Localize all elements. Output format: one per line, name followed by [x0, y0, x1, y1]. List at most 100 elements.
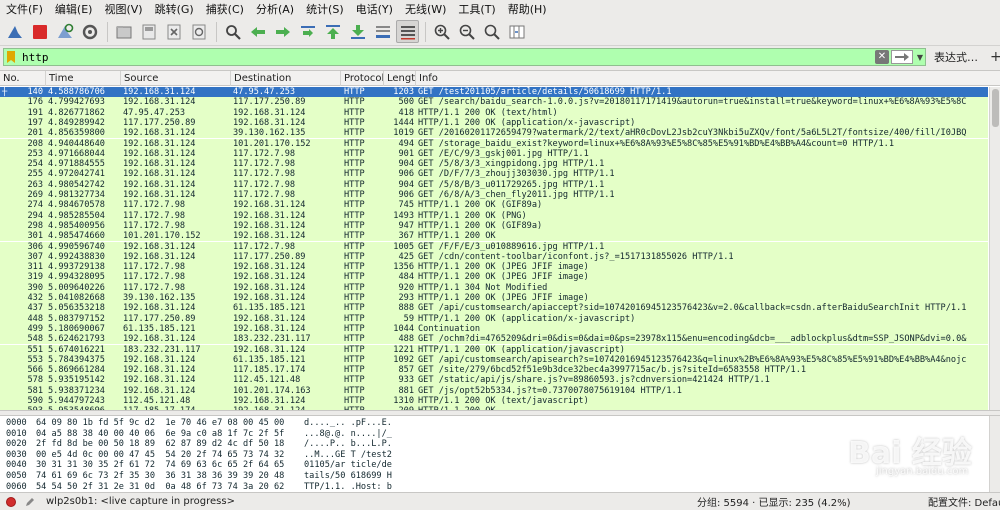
hex-off[interactable]: 0000	[6, 418, 27, 429]
scrollbar-thumb[interactable]	[992, 89, 999, 127]
packet-row[interactable]: 298 4.985400956 117.172.7.98 192.168.31.124…	[0, 220, 988, 232]
packet-row[interactable]: 201 4.856359800 192.168.31.124 39.130.162.1…	[0, 128, 988, 139]
packet-row[interactable]: 432 5.041082668 39.130.162.135 192.168.31.1…	[0, 293, 988, 304]
hex-off[interactable]: 0030	[6, 450, 27, 461]
menu-item-4[interactable]: 捕获(C)	[206, 1, 244, 17]
column-header-source[interactable]: Source	[121, 71, 231, 86]
status-profile[interactable]: 配置文件: Default	[928, 494, 1000, 509]
autoscroll-button[interactable]	[371, 20, 394, 43]
go-back-button[interactable]	[246, 20, 269, 43]
menu-item-7[interactable]: 电话(Y)	[356, 1, 393, 17]
menu-item-8[interactable]: 无线(W)	[405, 1, 446, 17]
packet-row[interactable]: 448 5.083797152 117.177.250.89 192.168.31.1…	[0, 313, 988, 324]
packet-row[interactable]: 301 4.985474660 101.201.170.152 192.168.31.…	[0, 231, 988, 242]
go-last-button[interactable]	[346, 20, 369, 43]
menu-item-2[interactable]: 视图(V)	[104, 1, 142, 17]
packet-row[interactable]: 553 5.784394375 192.168.31.124 61.135.185.1…	[0, 354, 988, 366]
packet-row[interactable]: 548 5.624621793 192.168.31.124 183.232.231.…	[0, 334, 988, 345]
hex-bytes[interactable]: 2f fd 8d be 00 50 18 89 62 87 89 d2 4c d…	[36, 439, 284, 450]
column-header-length[interactable]: Length	[384, 71, 416, 86]
go-forward-button[interactable]	[271, 20, 294, 43]
menu-item-3[interactable]: 跳转(G)	[155, 1, 194, 17]
packet-row[interactable]: 390 5.009640226 117.172.7.98 192.168.31.124…	[0, 282, 988, 293]
packet-row[interactable]: 255 4.972042741 192.168.31.124 117.172.7.98…	[0, 169, 988, 180]
start-capture-button[interactable]	[3, 20, 26, 43]
packet-row[interactable]: 551 5.674016221 183.232.231.117 192.168.31.…	[0, 344, 988, 355]
display-filter-input[interactable]	[18, 49, 875, 65]
save-file-button[interactable]	[137, 20, 160, 43]
packet-row[interactable]: 263 4.980542742 192.168.31.124 117.172.7.98…	[0, 179, 988, 190]
hex-bytes[interactable]: 64 09 80 1b fd 5f 9c d2 1e 70 46 e7 08 0…	[36, 418, 284, 429]
packet-row[interactable]: 294 4.985285504 117.172.7.98 192.168.31.124…	[0, 210, 988, 221]
add-filter-button[interactable]: +	[990, 50, 1000, 64]
hex-off[interactable]: 0060	[6, 482, 27, 492]
packet-row[interactable]: 590 5.944797243 112.45.121.48 192.168.31.12…	[0, 396, 988, 407]
hex-bytes[interactable]: 04 a5 88 38 40 00 40 06 6e 9a c0 a8 1f 7…	[36, 429, 284, 440]
menu-item-1[interactable]: 编辑(E)	[55, 1, 93, 17]
hex-ascii[interactable]: /....P.. b...L.P.	[304, 439, 392, 450]
packet-row[interactable]: 306 4.990596740 192.168.31.124 117.172.7.98…	[0, 241, 988, 252]
hex-ascii[interactable]: ...8@.@. n....|/_	[304, 429, 392, 440]
packet-row[interactable]: 140 4.588786706 192.168.31.124 47.95.47.253…	[0, 87, 988, 98]
column-header-protocol[interactable]: Protocol	[341, 71, 384, 86]
open-file-button[interactable]	[112, 20, 135, 43]
clear-filter-button[interactable]: ✕	[875, 50, 889, 64]
hex-ascii[interactable]: TTP/1.1. .Host: b	[304, 482, 392, 492]
capture-comment-button[interactable]	[24, 496, 36, 508]
menu-item-0[interactable]: 文件(F)	[6, 1, 43, 17]
packet-row[interactable]: 191 4.826771862 47.95.47.253 192.168.31.124…	[0, 107, 988, 118]
packet-row[interactable]: 197 4.849289942 117.177.250.89 192.168.31.1…	[0, 117, 988, 129]
packet-row[interactable]: 566 5.869661284 192.168.31.124 117.185.17.1…	[0, 365, 988, 376]
column-header-no[interactable]: No.	[0, 71, 46, 86]
hex-off[interactable]: 0010	[6, 429, 27, 440]
close-file-button[interactable]	[162, 20, 185, 43]
packet-row[interactable]: 274 4.984670578 117.172.7.98 192.168.31.124…	[0, 200, 988, 211]
hex-ascii[interactable]: tails/50 618699 H	[304, 471, 392, 482]
stop-capture-button[interactable]	[28, 20, 51, 43]
colorize-button[interactable]	[396, 20, 419, 43]
packet-row[interactable]: 307 4.992438830 192.168.31.124 117.177.250.…	[0, 251, 988, 263]
hex-bytes[interactable]: 74 61 69 6c 73 2f 35 30 36 31 38 36 39 3…	[36, 471, 284, 482]
capture-status-icon[interactable]	[6, 496, 16, 507]
apply-filter-button[interactable]	[891, 50, 913, 64]
restart-capture-button[interactable]	[53, 20, 76, 43]
capture-options-button[interactable]	[78, 20, 101, 43]
menu-item-9[interactable]: 工具(T)	[458, 1, 495, 17]
reload-button[interactable]	[187, 20, 210, 43]
hex-off[interactable]: 0020	[6, 439, 27, 450]
packet-row[interactable]: 581 5.938371234 192.168.31.124 101.201.174.…	[0, 385, 988, 396]
packet-row[interactable]: 311 4.993729138 117.172.7.98 192.168.31.124…	[0, 262, 988, 273]
go-to-packet-button[interactable]	[296, 20, 319, 43]
packet-row[interactable]: 208 4.940448640 192.168.31.124 101.201.170.…	[0, 138, 988, 149]
packet-list-scrollbar[interactable]	[989, 87, 1000, 410]
hex-bytes[interactable]: 54 54 50 2f 31 2e 31 0d 0a 48 6f 73 74 3…	[36, 482, 284, 492]
expression-button[interactable]: 表达式…	[934, 49, 978, 65]
filter-bookmark-button[interactable]	[4, 49, 18, 65]
packet-row[interactable]: 578 5.935195142 192.168.31.124 112.45.121.4…	[0, 375, 988, 386]
go-first-button[interactable]	[321, 20, 344, 43]
hex-off[interactable]: 0050	[6, 471, 27, 482]
filter-history-dropdown[interactable]: ▼	[915, 50, 925, 64]
packet-bytes-scrollbar[interactable]	[989, 416, 1000, 492]
zoom-out-button[interactable]	[455, 20, 478, 43]
find-packet-button[interactable]	[221, 20, 244, 43]
packet-row[interactable]: 437 5.056353218 192.168.31.124 61.135.185.1…	[0, 303, 988, 314]
packet-row[interactable]: 176 4.799427693 192.168.31.124 117.177.250.…	[0, 97, 988, 108]
normal-size-button[interactable]	[480, 20, 503, 43]
resize-columns-button[interactable]	[505, 20, 528, 43]
hex-ascii[interactable]: d...._.. .pF...E.	[304, 418, 392, 429]
hex-off[interactable]: 0040	[6, 460, 27, 471]
packet-row[interactable]: 269 4.981327734 192.168.31.124 117.172.7.98…	[0, 190, 988, 201]
packet-row[interactable]: 319 4.994328095 117.172.7.98 192.168.31.124…	[0, 272, 988, 283]
hex-bytes[interactable]: 00 e5 4d 0c 00 00 47 45 54 20 2f 74 65 7…	[36, 450, 284, 461]
column-header-time[interactable]: Time	[46, 71, 121, 86]
packet-row[interactable]: 253 4.971668044 192.168.31.124 117.172.7.98…	[0, 148, 988, 160]
column-header-info[interactable]: Info	[416, 71, 1000, 86]
hex-ascii[interactable]: 01105/ar ticle/de	[304, 460, 392, 471]
hex-ascii[interactable]: ..M...GE T /test2	[304, 450, 392, 461]
zoom-in-button[interactable]	[430, 20, 453, 43]
packet-row[interactable]: 254 4.971884555 192.168.31.124 117.172.7.98…	[0, 159, 988, 170]
packet-row[interactable]: 499 5.180690067 61.135.185.121 192.168.31.1…	[0, 323, 988, 335]
column-header-destination[interactable]: Destination	[231, 71, 341, 86]
menu-item-10[interactable]: 帮助(H)	[508, 1, 547, 17]
